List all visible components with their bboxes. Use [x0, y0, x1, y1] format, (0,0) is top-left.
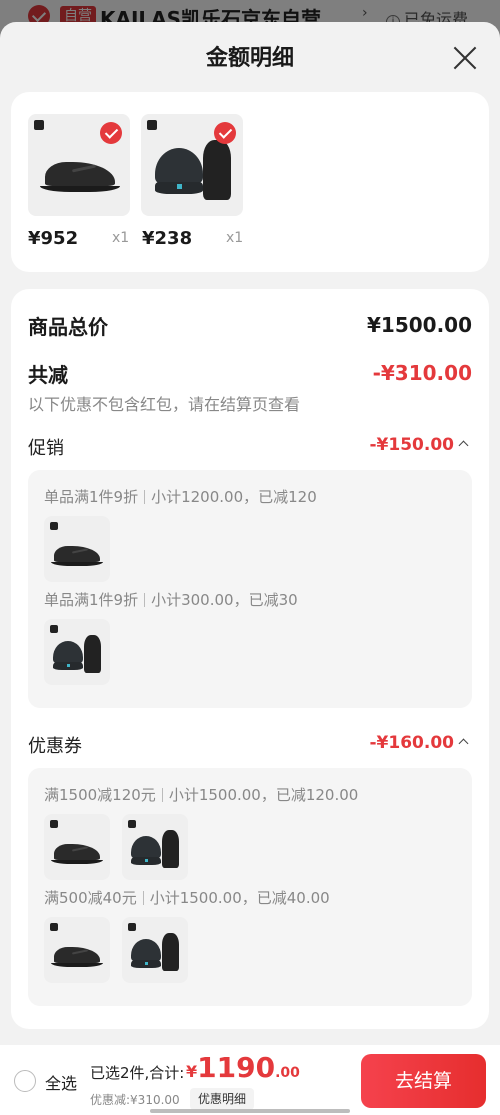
- rule-name: 满1500减120元: [44, 786, 156, 804]
- reduce-note: 以下优惠不包含红包，请在结算页查看: [28, 395, 301, 414]
- discount-text: 优惠减:¥310.00: [90, 1093, 180, 1107]
- checkout-button[interactable]: 去结算: [361, 1054, 486, 1108]
- promotion-label: 促销: [28, 438, 64, 459]
- rule-name: 单品满1件9折: [44, 591, 139, 609]
- chevron-up-icon: [458, 738, 469, 749]
- total-reduce-value: -¥310.00: [372, 361, 472, 385]
- coupon-label: 优惠券: [28, 736, 82, 757]
- checkout-bar: 全选 已选2件,合计: ¥1190.00 优惠减:¥310.00 优惠明细 去结…: [0, 1045, 500, 1115]
- rule-subtotal: 小计1500.00，已减120.00: [168, 786, 359, 804]
- brand-logo-icon: [128, 923, 136, 931]
- brand-logo-icon: [50, 522, 58, 530]
- brand-logo-icon: [147, 120, 157, 130]
- coupon-value: -¥160.00: [369, 733, 455, 753]
- rule-name: 单品满1件9折: [44, 488, 139, 506]
- selected-count: 已选2件,合计:: [90, 1064, 185, 1082]
- total-reduce-label: 共减: [28, 363, 68, 387]
- divider: [144, 490, 146, 504]
- hat-icon: [131, 836, 161, 866]
- promotion-rule: 单品满1件9折 小计300.00，已减30: [44, 589, 298, 610]
- amount-detail-sheet: 金额明细 ¥952 x1 ¥238 x1 商品总价 ¥1500.00 共减 -¥…: [0, 22, 500, 1115]
- promotion-group: 单品满1件9折 小计1200.00，已减120 单品满1件9折 小计300.00，已…: [28, 470, 472, 708]
- amount-decimal: .00: [275, 1065, 300, 1081]
- total-price-value: ¥1500.00: [366, 313, 472, 337]
- divider: [161, 788, 163, 802]
- rule-subtotal: 小计300.00，已减30: [151, 591, 298, 609]
- divider: [142, 891, 144, 905]
- amount-integer: 1190: [197, 1051, 276, 1084]
- amount-detail-card: 商品总价 ¥1500.00 共减 -¥310.00 以下优惠不包含红包，请在结算…: [11, 289, 489, 1029]
- shoe-icon: [40, 152, 120, 192]
- hat-icon: [155, 148, 203, 196]
- coupon-item-thumb: [44, 917, 110, 983]
- chevron-up-icon: [458, 440, 469, 451]
- total-amount: ¥1190.00: [186, 1051, 300, 1084]
- brand-logo-icon: [50, 625, 58, 633]
- coupon-toggle[interactable]: -¥160.00: [369, 733, 469, 753]
- glove-icon: [84, 635, 101, 673]
- brand-logo-icon: [34, 120, 44, 130]
- rule-name: 满500减40元: [44, 889, 137, 907]
- currency-symbol: ¥: [186, 1062, 198, 1081]
- hat-icon: [53, 641, 83, 671]
- promotion-rule: 单品满1件9折 小计1200.00，已减120: [44, 486, 317, 507]
- rule-subtotal: 小计1200.00，已减120: [151, 488, 317, 506]
- promotion-value: -¥150.00: [369, 435, 455, 455]
- promotion-toggle[interactable]: -¥150.00: [369, 435, 469, 455]
- select-all-label[interactable]: 全选: [45, 1070, 77, 1094]
- sheet-title: 金额明细: [205, 46, 294, 71]
- select-all-radio[interactable]: [14, 1070, 36, 1092]
- product-selected-check-icon[interactable]: [100, 122, 122, 144]
- discount-detail-button[interactable]: 优惠明细: [190, 1088, 255, 1110]
- rule-subtotal: 小计1500.00，已减40.00: [149, 889, 330, 907]
- promo-item-thumb: [44, 619, 110, 685]
- home-indicator: [150, 1109, 350, 1113]
- product-price: ¥952: [28, 228, 79, 249]
- shoe-icon: [51, 540, 103, 566]
- close-icon[interactable]: [452, 45, 478, 71]
- promo-item-thumb: [44, 516, 110, 582]
- product-selected-check-icon[interactable]: [214, 122, 236, 144]
- coupon-rule: 满500减40元 小计1500.00，已减40.00: [44, 887, 330, 908]
- total-price-label: 商品总价: [28, 315, 108, 339]
- coupon-rule: 满1500减120元 小计1500.00，已减120.00: [44, 784, 358, 805]
- coupon-group: 满1500减120元 小计1500.00，已减120.00 满500减40元 小计1…: [28, 768, 472, 1006]
- coupon-item-thumb: [44, 814, 110, 880]
- coupon-item-thumb: [122, 917, 188, 983]
- shoe-icon: [51, 941, 103, 967]
- glove-icon: [162, 933, 179, 971]
- product-qty: x1: [226, 230, 244, 246]
- product-price: ¥238: [142, 228, 193, 249]
- shoe-icon: [51, 838, 103, 864]
- product-card: ¥952 x1 ¥238 x1: [11, 92, 489, 272]
- glove-icon: [162, 830, 179, 868]
- hat-icon: [131, 939, 161, 969]
- brand-logo-icon: [50, 820, 58, 828]
- coupon-item-thumb: [122, 814, 188, 880]
- glove-icon: [203, 140, 231, 200]
- brand-logo-icon: [128, 820, 136, 828]
- brand-logo-icon: [50, 923, 58, 931]
- product-qty: x1: [112, 230, 130, 246]
- divider: [144, 593, 146, 607]
